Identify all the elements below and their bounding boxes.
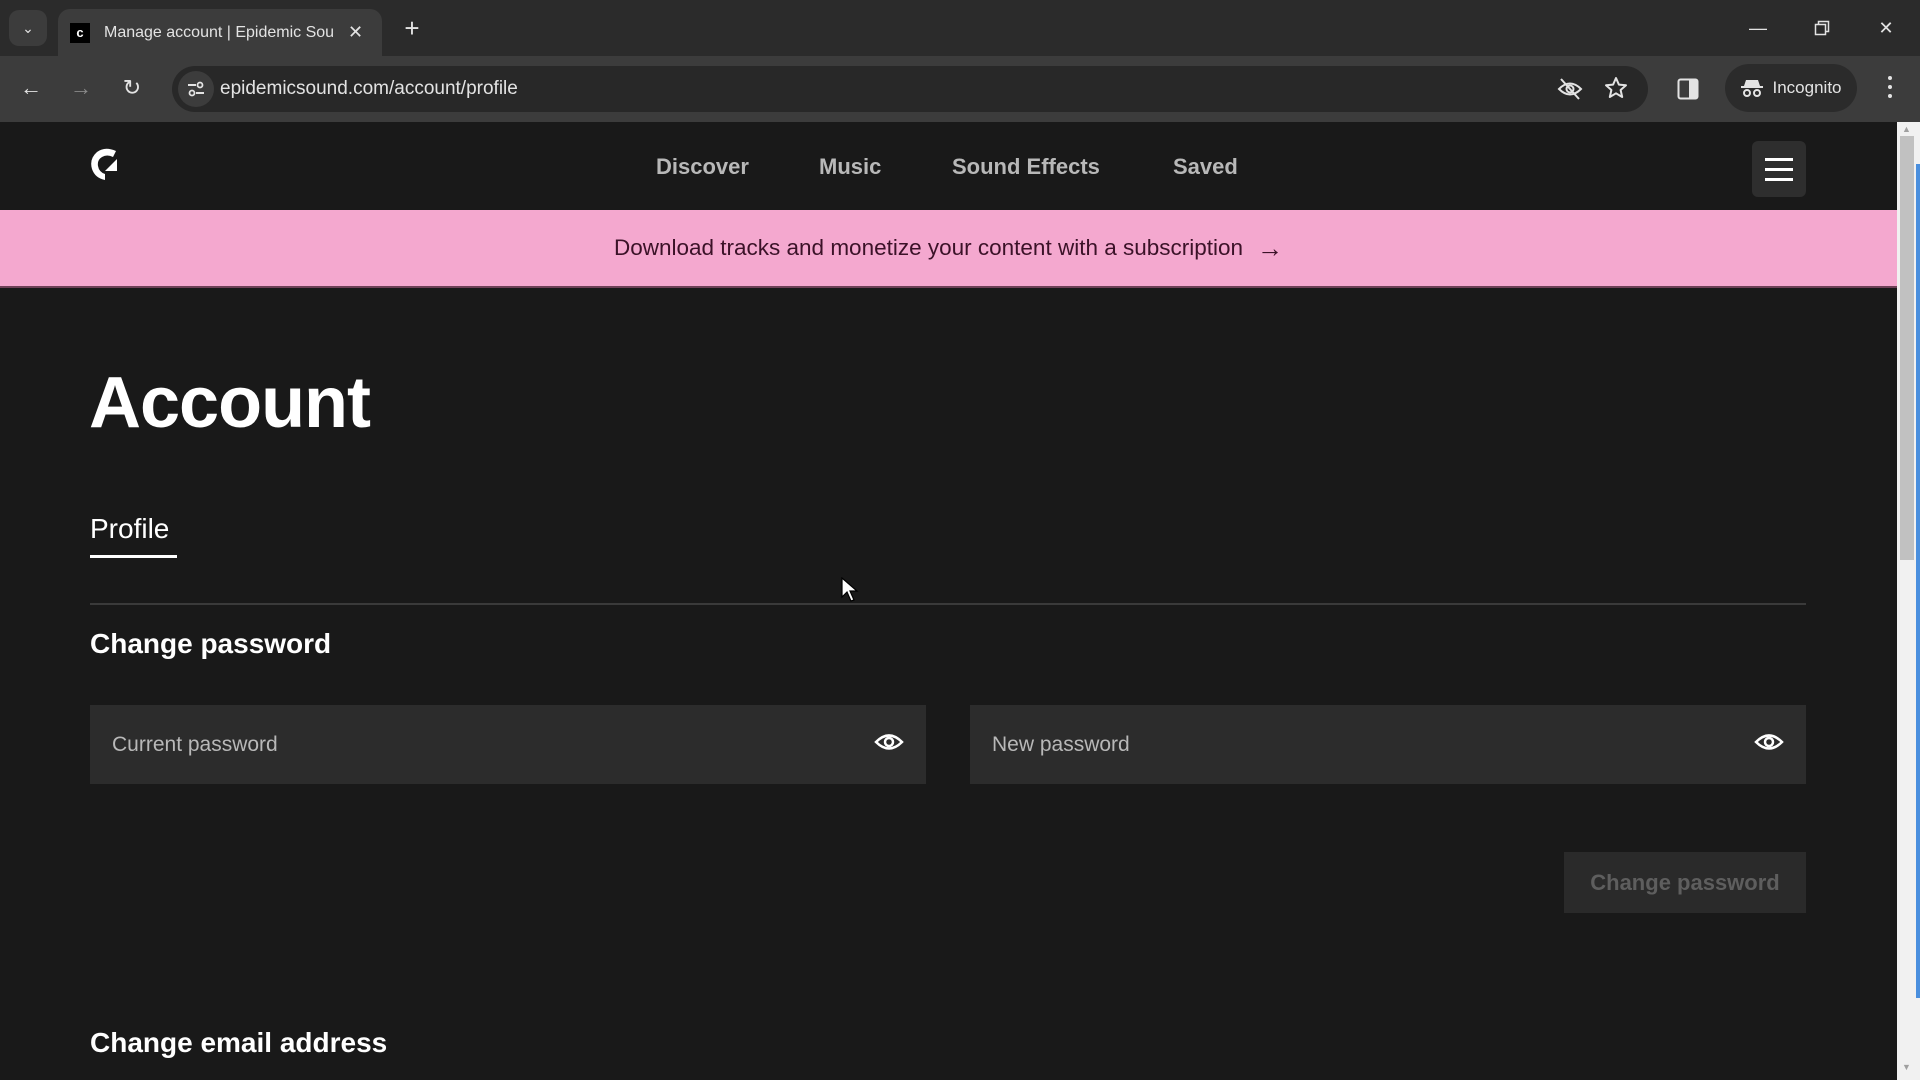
close-window-button[interactable]: ✕ — [1866, 8, 1906, 48]
tune-icon — [188, 81, 204, 97]
kebab-menu-icon — [1888, 76, 1892, 98]
close-icon: ✕ — [1878, 17, 1894, 38]
star-icon — [1605, 77, 1627, 98]
eye-icon — [874, 734, 904, 750]
restore-button[interactable] — [1802, 8, 1842, 48]
tab-profile[interactable]: Profile — [90, 513, 169, 545]
side-panel-button[interactable] — [1677, 78, 1699, 105]
site-info-button[interactable] — [178, 71, 214, 107]
change-email-heading: Change email address — [90, 1027, 388, 1058]
browser-toolbar: ← → ↻ epidemicsound.com/account/profile … — [0, 56, 1920, 122]
minimize-button[interactable]: — — [1738, 8, 1778, 48]
arrow-right-icon: → — [1257, 232, 1284, 263]
scroll-down-icon[interactable]: ▼ — [1902, 1062, 1911, 1072]
scrollbar-thumb[interactable] — [1900, 136, 1914, 560]
scroll-up-icon[interactable]: ▲ — [1902, 124, 1911, 134]
bookmark-button[interactable] — [1604, 76, 1628, 105]
nav-sound-effects[interactable]: Sound Effects — [952, 154, 1100, 180]
tabs-divider — [90, 603, 1806, 605]
reload-button[interactable]: ↻ — [114, 70, 150, 106]
nav-saved[interactable]: Saved — [1173, 154, 1238, 180]
epidemic-sound-favicon-icon: c — [70, 22, 90, 43]
new-tab-button[interactable]: + — [398, 12, 426, 44]
new-password-field[interactable] — [970, 705, 1806, 784]
new-password-input[interactable] — [992, 732, 1692, 757]
nav-music[interactable]: Music — [819, 154, 881, 180]
side-panel-icon — [1677, 78, 1699, 100]
current-password-field[interactable] — [90, 705, 926, 784]
show-password-button[interactable] — [874, 731, 904, 758]
forward-arrow-icon: → — [70, 75, 92, 100]
current-password-input[interactable] — [112, 732, 812, 757]
hamburger-icon-line — [1765, 167, 1793, 171]
show-password-button[interactable] — [1754, 731, 1784, 758]
restore-icon — [1814, 20, 1830, 36]
browser-tab[interactable]: c Manage account | Epidemic Sou ✕ — [58, 9, 382, 56]
incognito-label: Incognito — [1772, 78, 1842, 97]
tab-title: Manage account | Epidemic Sou — [104, 23, 335, 41]
forward-button[interactable]: → — [63, 70, 99, 106]
change-password-heading: Change password — [90, 628, 332, 659]
eye-off-icon — [1557, 78, 1583, 100]
scrollbar-highlight — [1916, 164, 1920, 998]
chevron-down-icon: ⌄ — [22, 19, 34, 36]
hamburger-icon-line — [1765, 157, 1793, 161]
back-button[interactable]: ← — [13, 70, 49, 106]
change-password-button[interactable]: Change password — [1564, 852, 1806, 913]
browser-tab-strip: ⌄ c Manage account | Epidemic Sou ✕ + — … — [0, 0, 1920, 56]
incognito-indicator[interactable]: Incognito — [1725, 64, 1857, 112]
page-title: Account — [89, 363, 371, 443]
eye-icon — [1754, 734, 1784, 750]
browser-menu-button[interactable] — [1880, 76, 1900, 104]
banner-text: Download tracks and monetize your conten… — [613, 235, 1244, 260]
mouse-cursor-icon — [841, 576, 859, 608]
subscription-banner[interactable]: Download tracks and monetize your conten… — [0, 210, 1897, 288]
epidemic-sound-logo-icon — [91, 148, 117, 180]
nav-discover[interactable]: Discover — [656, 154, 749, 180]
address-bar[interactable]: epidemicsound.com/account/profile — [172, 66, 1648, 112]
reload-icon: ↻ — [122, 75, 142, 100]
active-tab-indicator — [90, 555, 177, 558]
page-scrollbar[interactable]: ▲ ▼ — [1897, 122, 1920, 1080]
minimize-icon: — — [1749, 17, 1767, 38]
epidemic-sound-logo[interactable] — [89, 147, 119, 181]
url-text: epidemicsound.com/account/profile — [220, 78, 518, 99]
incognito-icon — [1740, 80, 1763, 97]
hamburger-icon-line — [1765, 177, 1793, 181]
tab-search-button[interactable]: ⌄ — [9, 10, 47, 46]
site-header: Discover Music Sound Effects Saved — [0, 122, 1897, 210]
hamburger-menu-button[interactable] — [1752, 141, 1806, 197]
tracking-protection-button[interactable] — [1557, 77, 1583, 106]
close-tab-icon[interactable]: ✕ — [348, 22, 363, 43]
back-arrow-icon: ← — [20, 75, 42, 100]
